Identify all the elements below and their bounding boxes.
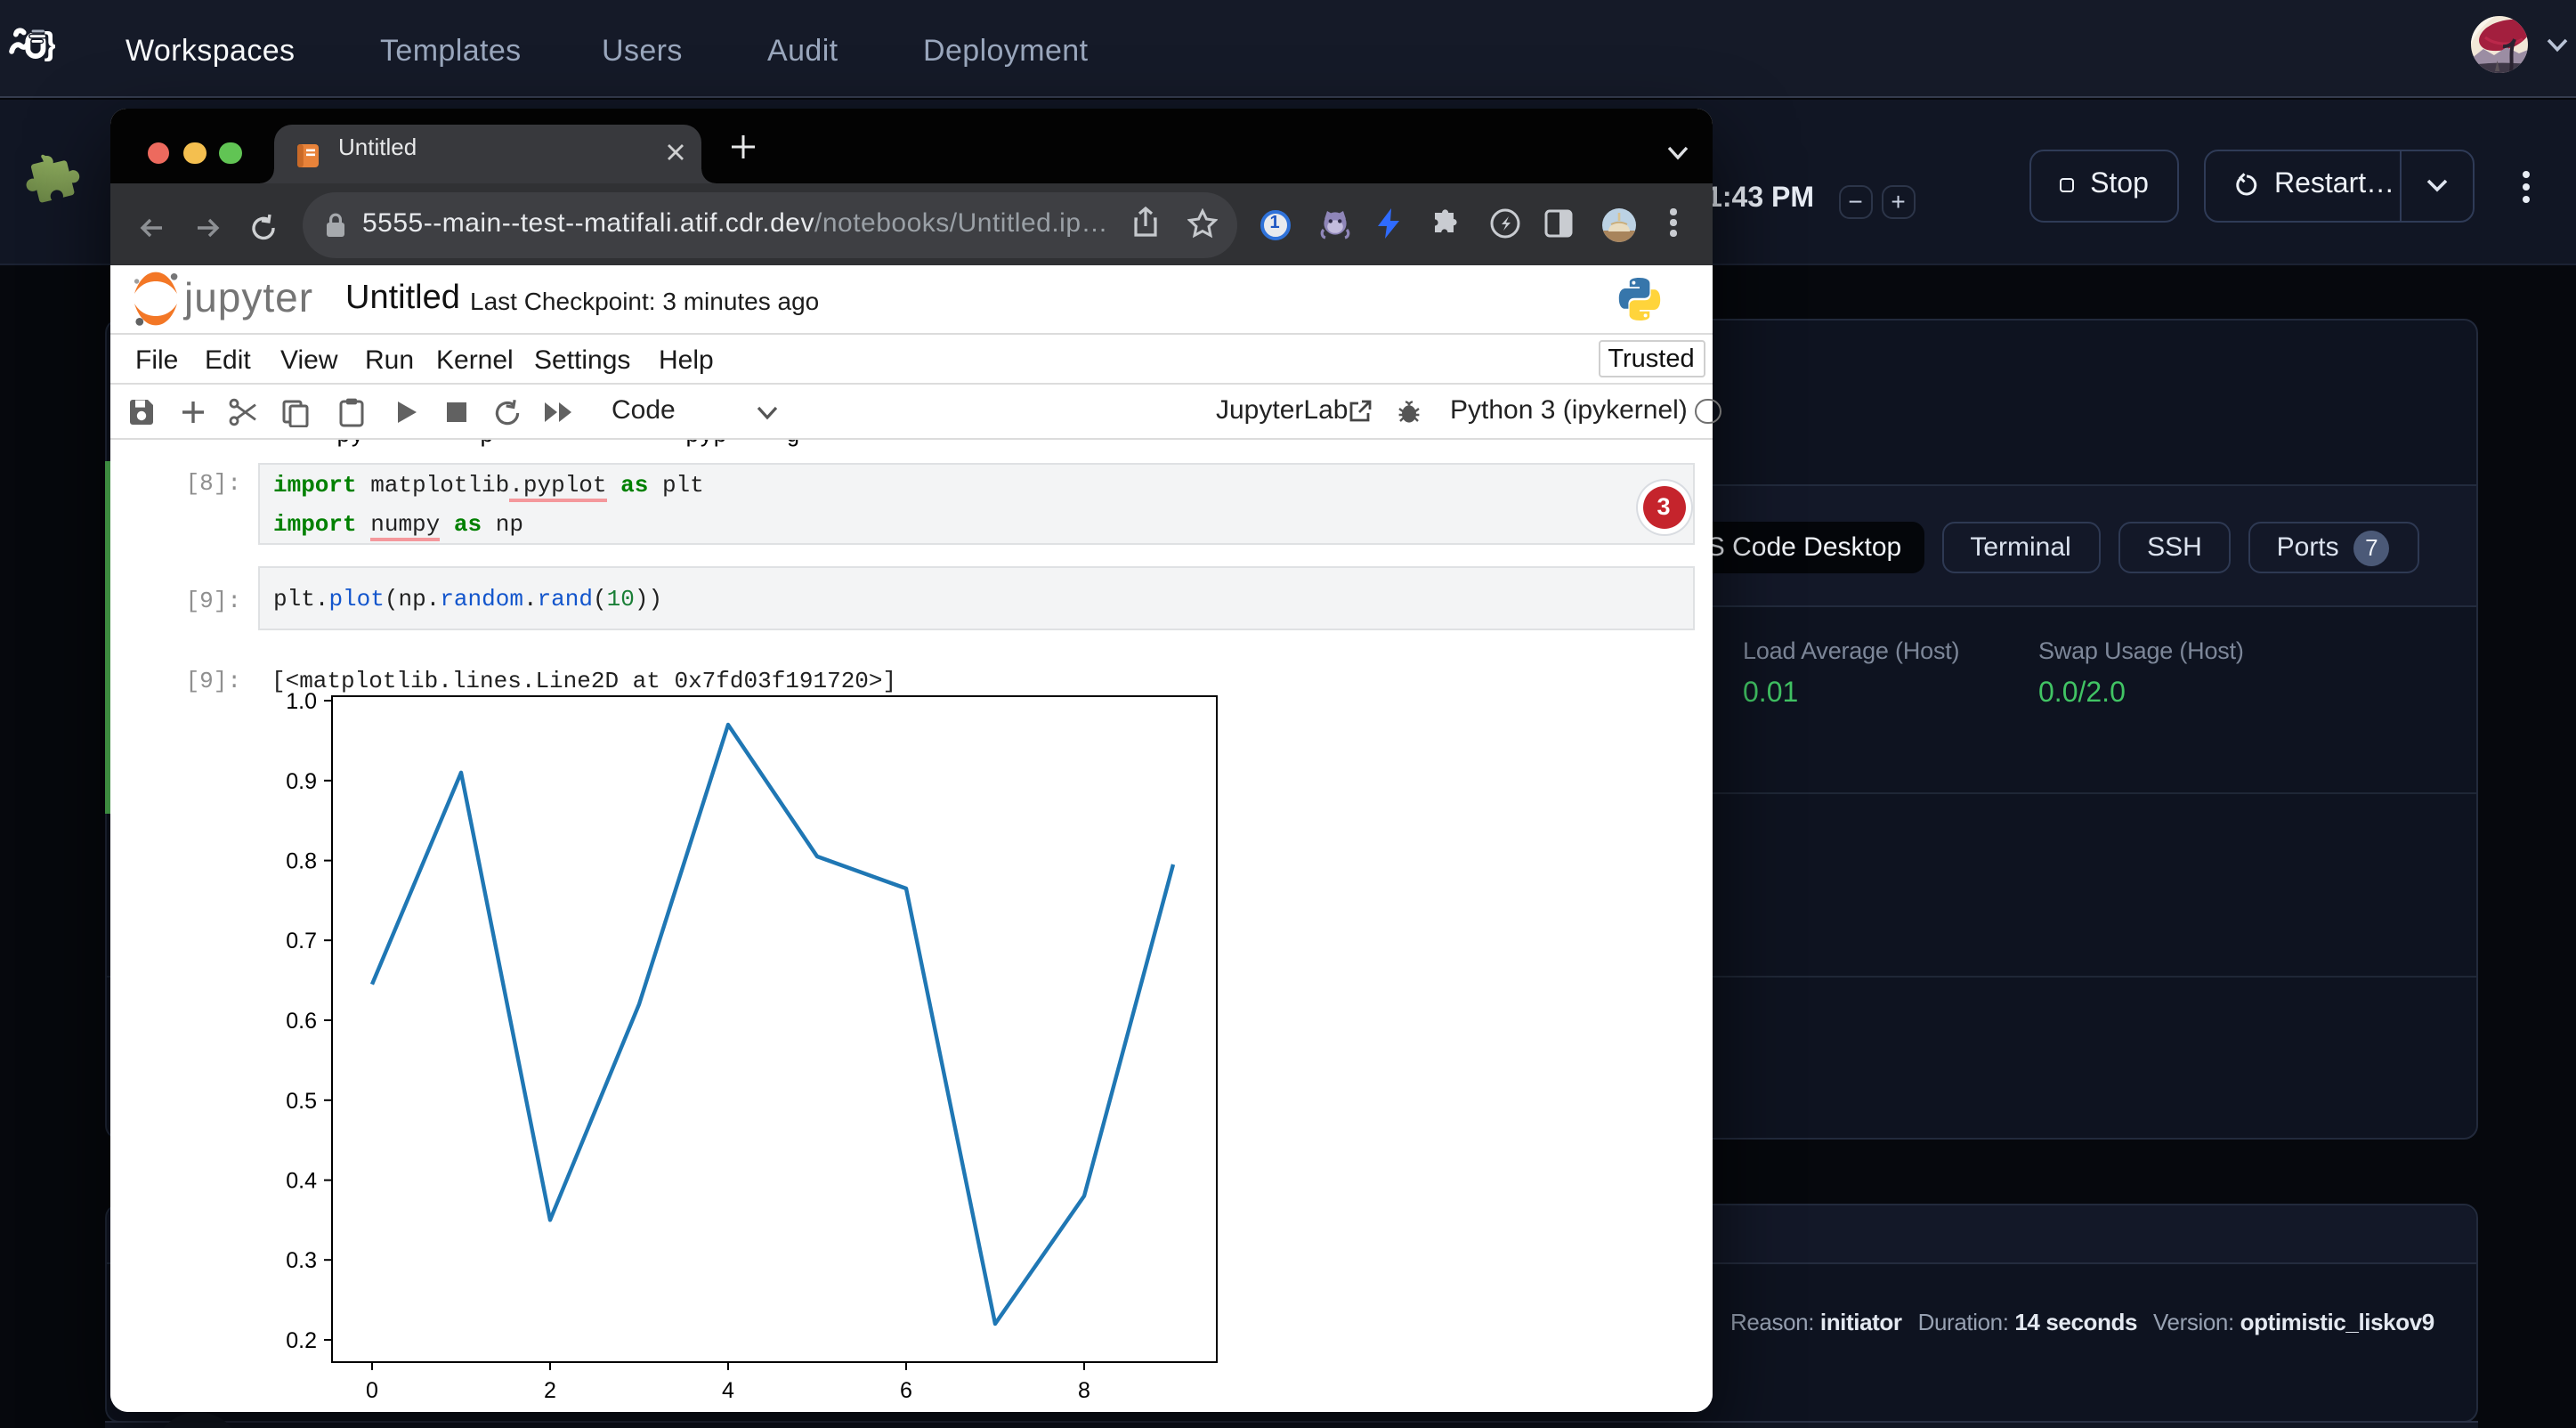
svg-text:6: 6 bbox=[900, 1378, 912, 1403]
svg-text:0: 0 bbox=[366, 1378, 378, 1403]
svg-text:0.7: 0.7 bbox=[286, 929, 317, 953]
svg-text:0.6: 0.6 bbox=[286, 1009, 317, 1034]
svg-text:0.9: 0.9 bbox=[286, 769, 317, 794]
svg-text:}: } bbox=[45, 25, 55, 61]
svg-text:0.2: 0.2 bbox=[286, 1328, 317, 1353]
svg-text:0.5: 0.5 bbox=[286, 1089, 317, 1114]
svg-text:1.0: 1.0 bbox=[286, 689, 317, 714]
svg-text:8: 8 bbox=[1078, 1378, 1090, 1403]
svg-text:0.3: 0.3 bbox=[286, 1248, 317, 1273]
svg-text:0.8: 0.8 bbox=[286, 849, 317, 874]
svg-text:0.4: 0.4 bbox=[286, 1169, 317, 1194]
svg-text:2: 2 bbox=[544, 1378, 556, 1403]
svg-text:4: 4 bbox=[722, 1378, 734, 1403]
